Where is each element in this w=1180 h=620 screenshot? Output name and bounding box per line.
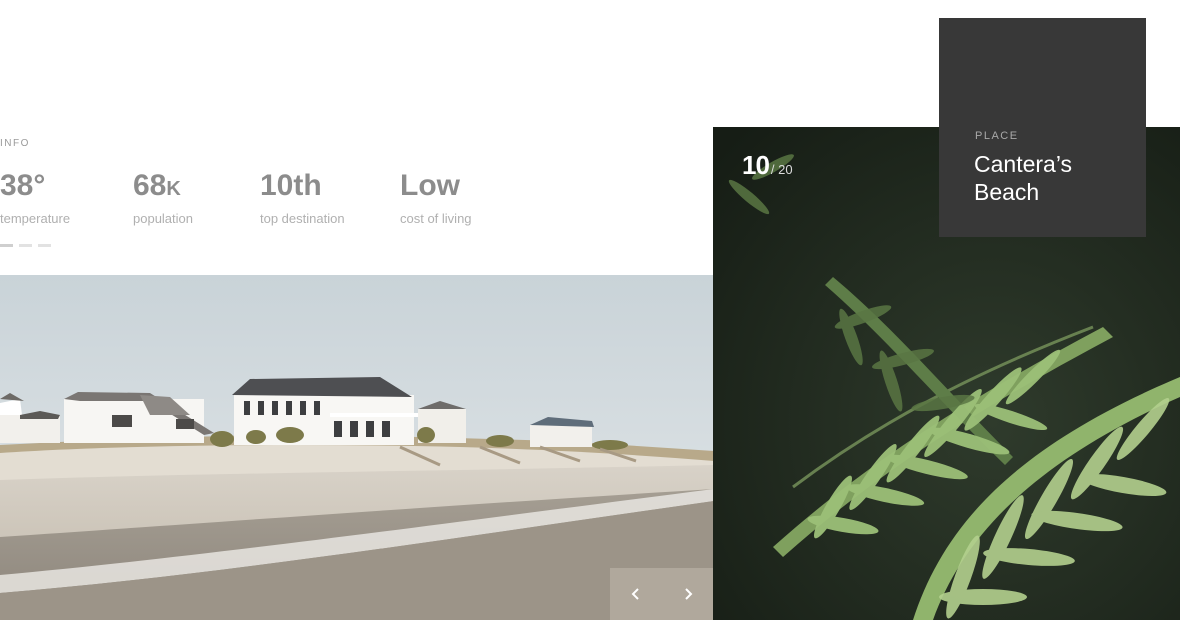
info-pager xyxy=(0,244,51,247)
page: INFO 38° temperature 68K population 10th… xyxy=(0,0,1180,620)
stat-label: population xyxy=(133,211,193,226)
place-card: PLACE Cantera’s Beach xyxy=(939,18,1146,237)
stat-value: Low xyxy=(400,169,460,202)
chevron-right-icon xyxy=(685,588,693,600)
next-button[interactable] xyxy=(673,579,703,609)
pager-dot-1[interactable] xyxy=(0,244,13,247)
beach-photo xyxy=(0,275,714,620)
stat-value: 68K xyxy=(133,169,181,202)
stat-value: 38° xyxy=(0,169,46,202)
chevron-left-icon xyxy=(631,588,639,600)
info-section-label: INFO xyxy=(0,138,30,149)
counter-total: / 20 xyxy=(770,162,793,177)
stat-value: 10th xyxy=(260,169,322,202)
stat-label: top destination xyxy=(260,211,345,226)
stat-cost-of-living: Low cost of living xyxy=(400,168,472,226)
stat-label: cost of living xyxy=(400,211,472,226)
slider-nav xyxy=(610,568,714,620)
prev-button[interactable] xyxy=(621,579,651,609)
stat-population: 68K population xyxy=(133,168,193,226)
stat-label: temperature xyxy=(0,211,71,226)
stat-temperature: 38° temperature xyxy=(0,168,70,226)
pager-dot-3[interactable] xyxy=(38,244,51,247)
counter-current: 10 xyxy=(742,150,770,180)
slide-counter: 10/ 20 xyxy=(742,150,793,181)
pager-dot-2[interactable] xyxy=(19,244,32,247)
place-label: PLACE xyxy=(975,130,1019,142)
place-name: Cantera’s Beach xyxy=(974,151,1073,205)
stat-top-destination: 10th top destination xyxy=(260,168,345,226)
